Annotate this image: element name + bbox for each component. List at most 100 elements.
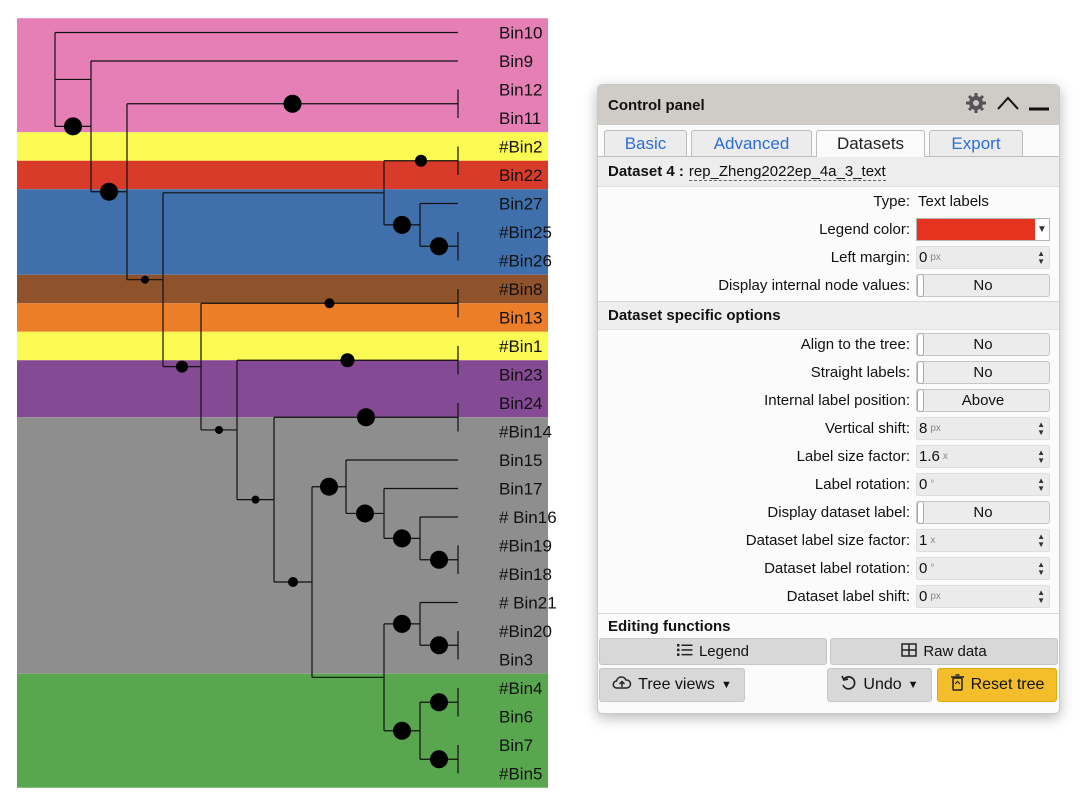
display-ds-row: Display dataset label: No — [598, 498, 1059, 526]
legend-color-label: Legend color: — [819, 220, 910, 238]
node-marker — [430, 750, 448, 769]
color-band — [17, 303, 548, 332]
color-band — [17, 274, 548, 304]
legend-button[interactable]: Legend — [599, 638, 827, 665]
tab-bar: Basic Advanced Datasets Export — [598, 125, 1059, 157]
internal-pos-row: Internal label position: Above — [598, 386, 1059, 414]
node-marker — [430, 636, 448, 655]
leaf-label: Bin9 — [499, 52, 533, 71]
node-marker — [340, 353, 355, 368]
straight-label: Straight labels: — [810, 363, 910, 381]
reset-tree-button[interactable]: Reset tree — [937, 668, 1057, 702]
raw-data-button[interactable]: Raw data — [830, 638, 1058, 665]
toggle-knob — [917, 332, 924, 356]
ds-shift-label: Dataset label shift: — [786, 587, 910, 605]
tab-basic[interactable]: Basic — [604, 130, 687, 156]
ds-size-input[interactable]: 1 x ▲ ▼ — [916, 528, 1050, 552]
list-icon — [676, 643, 693, 660]
color-band — [17, 331, 548, 361]
phylogenetic-tree[interactable]: Bin10 Bin9 Bin12 Bin11 #Bin2 Bin22 Bin27 #Bin25… — [0, 0, 560, 807]
color-band — [17, 360, 548, 418]
leaf-label: #Bin20 — [499, 622, 552, 641]
node-marker — [176, 360, 188, 373]
section-dataset-specific: Dataset specific options — [598, 301, 1059, 330]
internal-pos-label: Internal label position: — [764, 391, 910, 409]
node-marker — [430, 237, 448, 256]
tree-views-button[interactable]: Tree views ▼ — [599, 668, 745, 702]
rotation-row: Label rotation: 0 ° ▲ ▼ — [598, 470, 1059, 498]
size-factor-unit: x — [942, 450, 948, 462]
leaf-label: #Bin18 — [499, 565, 552, 584]
ds-shift-value: 0 — [919, 587, 928, 605]
leaf-label: Bin11 — [499, 109, 541, 128]
spinner-icon[interactable]: ▲ ▼ — [1037, 560, 1045, 577]
spinner-icon[interactable]: ▲ ▼ — [1037, 249, 1045, 266]
ds-shift-input[interactable]: 0 px ▲ ▼ — [916, 584, 1050, 608]
left-margin-row: Left margin: 0 px ▲ ▼ — [598, 243, 1059, 271]
spinner-icon[interactable]: ▲ ▼ — [1037, 476, 1045, 493]
rotation-unit: ° — [930, 478, 935, 490]
color-band — [17, 132, 548, 161]
gear-icon[interactable] — [965, 92, 987, 119]
tab-datasets[interactable]: Datasets — [816, 130, 925, 157]
node-marker — [141, 275, 149, 284]
spinner-icon[interactable]: ▲ ▼ — [1037, 588, 1045, 605]
internal-node-toggle[interactable]: No — [916, 273, 1050, 297]
leaf-label: #Bin25 — [499, 223, 552, 242]
type-value: Text labels — [918, 192, 989, 210]
node-marker — [393, 614, 411, 633]
node-marker — [324, 298, 335, 309]
ds-rotation-input[interactable]: 0 ° ▲ ▼ — [916, 556, 1050, 580]
tree-buttons: Tree views ▼ Undo ▼ Reset tree — [598, 665, 1059, 703]
internal-pos-toggle[interactable]: Above — [916, 388, 1050, 412]
straight-toggle[interactable]: No — [916, 360, 1050, 384]
align-label: Align to the tree: — [800, 335, 910, 353]
align-value: No — [973, 335, 993, 353]
panel-header[interactable]: Control panel — [598, 85, 1059, 125]
size-factor-input[interactable]: 1.6 x ▲ ▼ — [916, 444, 1050, 468]
leaf-label: #Bin2 — [499, 138, 542, 157]
spinner-icon[interactable]: ▲ ▼ — [1037, 448, 1045, 465]
straight-value: No — [973, 363, 993, 381]
dataset-name[interactable]: rep_Zheng2022ep_4a_3_text — [688, 163, 886, 181]
leaf-label: # Bin21 — [499, 594, 557, 613]
leaf-label: #Bin5 — [499, 765, 542, 784]
node-marker — [288, 577, 298, 588]
internal-node-value: No — [973, 276, 993, 294]
tab-export[interactable]: Export — [929, 130, 1023, 156]
spinner-icon[interactable]: ▲ ▼ — [1037, 420, 1045, 437]
caret-down-icon: ▼ — [907, 679, 919, 691]
rotation-label: Label rotation: — [814, 475, 910, 493]
undo-button[interactable]: Undo ▼ — [827, 668, 932, 702]
left-margin-input[interactable]: 0 px ▲ ▼ — [916, 245, 1050, 269]
legend-color-select[interactable]: ▼ — [916, 217, 1050, 241]
leaf-label: # Bin16 — [499, 508, 557, 527]
leaf-label: Bin7 — [499, 736, 533, 755]
minimize-icon[interactable] — [1029, 95, 1049, 116]
trash-icon — [950, 674, 965, 696]
tab-advanced[interactable]: Advanced — [691, 130, 812, 156]
leaf-label: Bin22 — [499, 166, 542, 185]
color-band — [17, 673, 548, 788]
color-band — [17, 18, 548, 133]
caret-down-icon: ▼ — [720, 679, 732, 691]
ds-shift-row: Dataset label shift: 0 px ▲ ▼ — [598, 582, 1059, 610]
leaf-label: Bin15 — [499, 451, 542, 470]
node-marker — [415, 154, 427, 167]
align-toggle[interactable]: No — [916, 332, 1050, 356]
straight-row: Straight labels: No — [598, 358, 1059, 386]
rotation-input[interactable]: 0 ° ▲ ▼ — [916, 472, 1050, 496]
rotation-value: 0 — [919, 475, 928, 493]
legend-button-label: Legend — [698, 643, 750, 660]
spinner-icon[interactable]: ▲ ▼ — [1037, 532, 1045, 549]
color-band — [17, 189, 548, 275]
leaf-label: Bin10 — [499, 24, 542, 43]
raw-data-button-label: Raw data — [923, 643, 987, 660]
toggle-knob — [917, 500, 924, 524]
left-margin-label: Left margin: — [830, 248, 910, 266]
left-margin-value: 0 — [919, 248, 928, 266]
display-ds-toggle[interactable]: No — [916, 500, 1050, 524]
vshift-input[interactable]: 8 px ▲ ▼ — [916, 416, 1050, 440]
chevron-up-icon[interactable] — [996, 95, 1020, 116]
display-ds-value: No — [973, 503, 993, 521]
